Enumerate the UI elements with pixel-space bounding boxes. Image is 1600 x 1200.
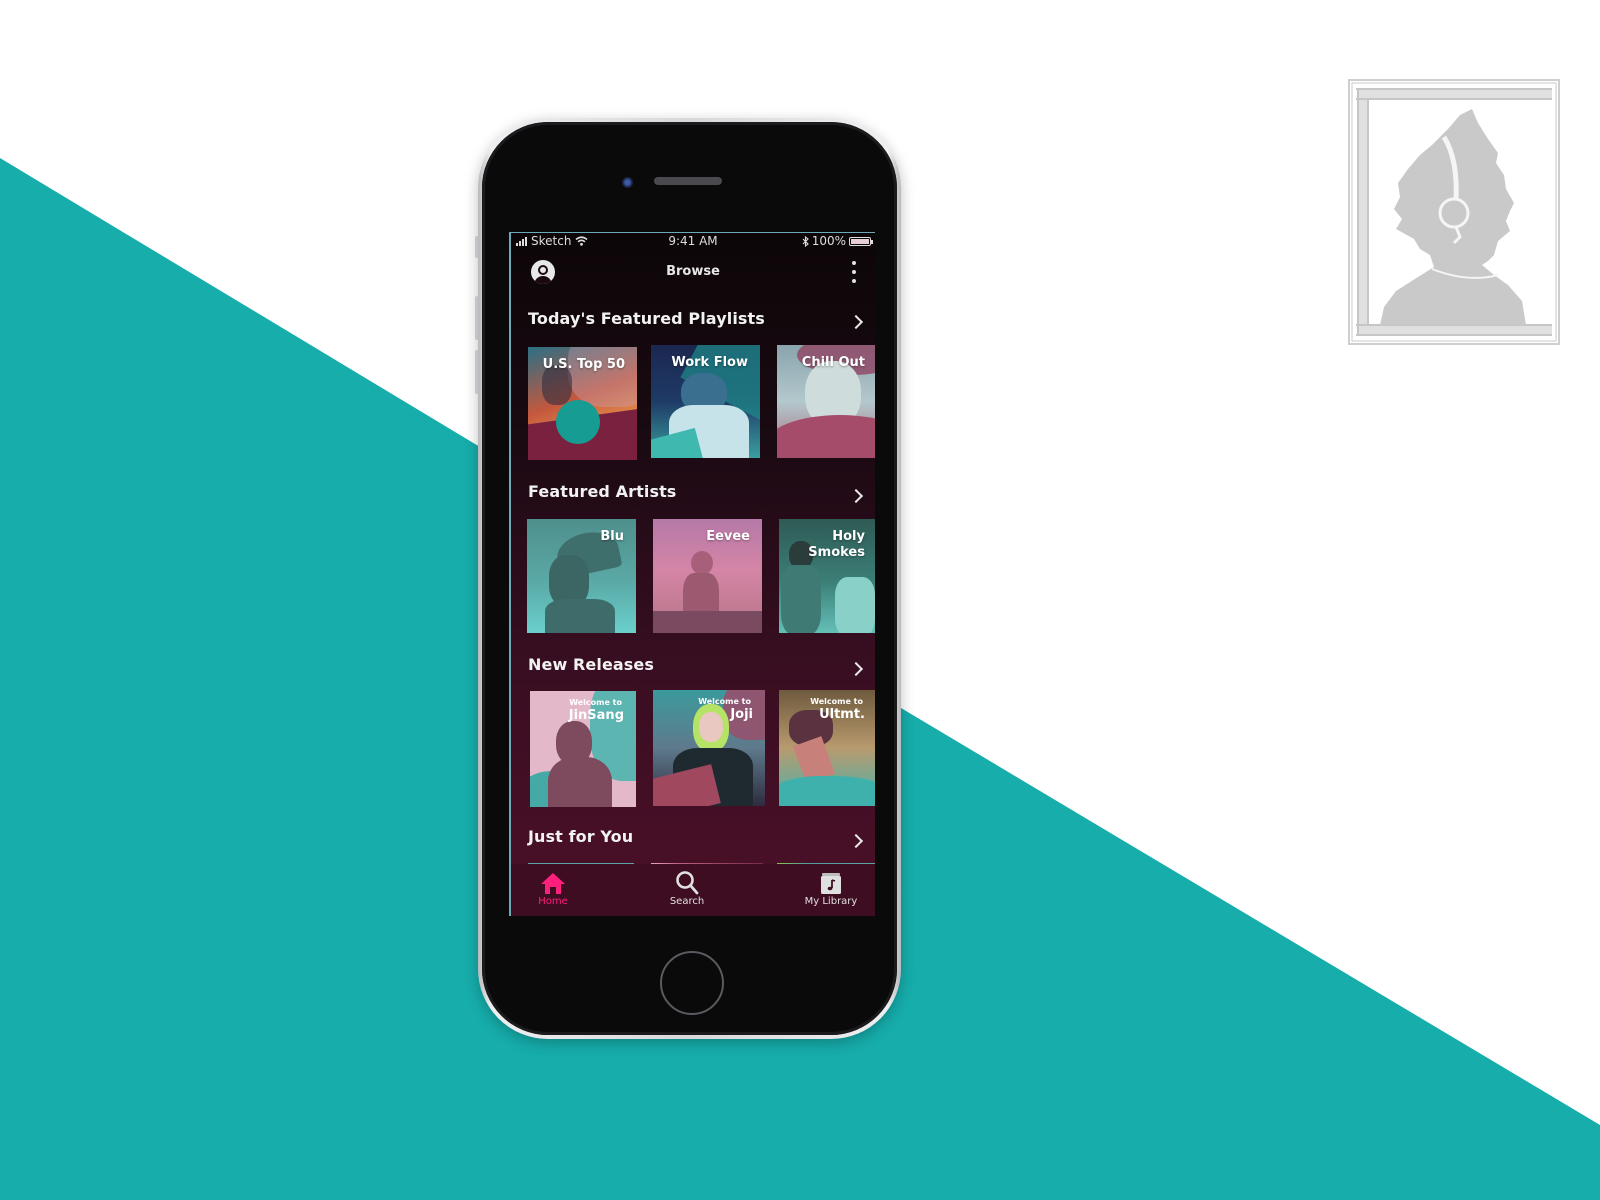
tile-label: Blu: [600, 529, 624, 544]
battery-percent: 100%: [811, 234, 846, 248]
artist-tile-eevee[interactable]: Eevee: [653, 519, 762, 633]
tile-pretitle: Welcome to: [810, 697, 863, 706]
tile-label: Ultmt.: [819, 707, 865, 722]
tab-label: Search: [669, 896, 705, 907]
section-title-just-for-you: Just for You: [528, 827, 634, 846]
volume-down-button: [475, 350, 478, 394]
tab-label: My Library: [804, 896, 858, 907]
library-icon: [818, 870, 844, 896]
artist-tile-blu[interactable]: Blu: [527, 519, 636, 633]
section-title-featured-playlists: Today's Featured Playlists: [528, 309, 765, 328]
front-camera: [622, 177, 633, 188]
headphone-bust-logo: [1348, 79, 1560, 345]
tile-label: Work Flow: [671, 355, 748, 370]
mute-switch: [475, 236, 478, 258]
battery-icon: [849, 236, 873, 246]
volume-up-button: [475, 296, 478, 340]
tile-label: Holy Smokes: [808, 529, 865, 560]
earpiece-speaker: [654, 177, 722, 185]
release-tile-jinsang[interactable]: Welcome to JinSang: [530, 691, 636, 807]
tab-search[interactable]: Search: [647, 870, 727, 907]
release-tile-ultmt[interactable]: Welcome to Ultmt.: [779, 690, 875, 806]
section-title-featured-artists: Featured Artists: [528, 482, 677, 501]
artist-tile-holy-smokes[interactable]: Holy Smokes: [779, 519, 875, 633]
tab-my-library[interactable]: My Library: [791, 870, 871, 907]
playlist-tile-chill-out[interactable]: Chill Out: [777, 345, 875, 458]
home-icon: [540, 870, 566, 896]
search-icon: [674, 870, 700, 896]
tile-label: Eevee: [706, 529, 750, 544]
nav-bar: Browse: [511, 255, 875, 291]
tile-pretitle: Welcome to: [569, 698, 622, 707]
chevron-right-icon[interactable]: [848, 833, 864, 849]
app-screen: Sketch 9:41 AM 100% Browse Today's Featu…: [509, 232, 875, 916]
tile-pretitle: Welcome to: [698, 697, 751, 706]
tab-bar: Home Search My Library: [511, 864, 875, 916]
tab-home[interactable]: Home: [513, 870, 593, 907]
more-vertical-icon[interactable]: [851, 261, 857, 283]
bluetooth-icon: [802, 235, 809, 247]
section-title-new-releases: New Releases: [528, 655, 654, 674]
chevron-right-icon[interactable]: [848, 488, 864, 504]
status-bar: Sketch 9:41 AM 100%: [511, 233, 875, 251]
tile-label: Chill Out: [801, 355, 865, 370]
phone-mockup: Sketch 9:41 AM 100% Browse Today's Featu…: [475, 118, 901, 1039]
chevron-right-icon[interactable]: [848, 661, 864, 677]
playlist-tile-us-top-50[interactable]: U.S. Top 50: [528, 347, 637, 460]
tile-label: JinSang: [568, 708, 624, 723]
tile-label: U.S. Top 50: [542, 357, 625, 372]
playlist-tile-work-flow[interactable]: Work Flow: [651, 345, 760, 458]
release-tile-joji[interactable]: Welcome to Joji: [653, 690, 765, 806]
tab-label: Home: [538, 896, 568, 907]
home-button[interactable]: [660, 951, 724, 1015]
tile-label: Joji: [730, 707, 753, 722]
page-title: Browse: [666, 264, 720, 279]
chevron-right-icon[interactable]: [848, 314, 864, 330]
